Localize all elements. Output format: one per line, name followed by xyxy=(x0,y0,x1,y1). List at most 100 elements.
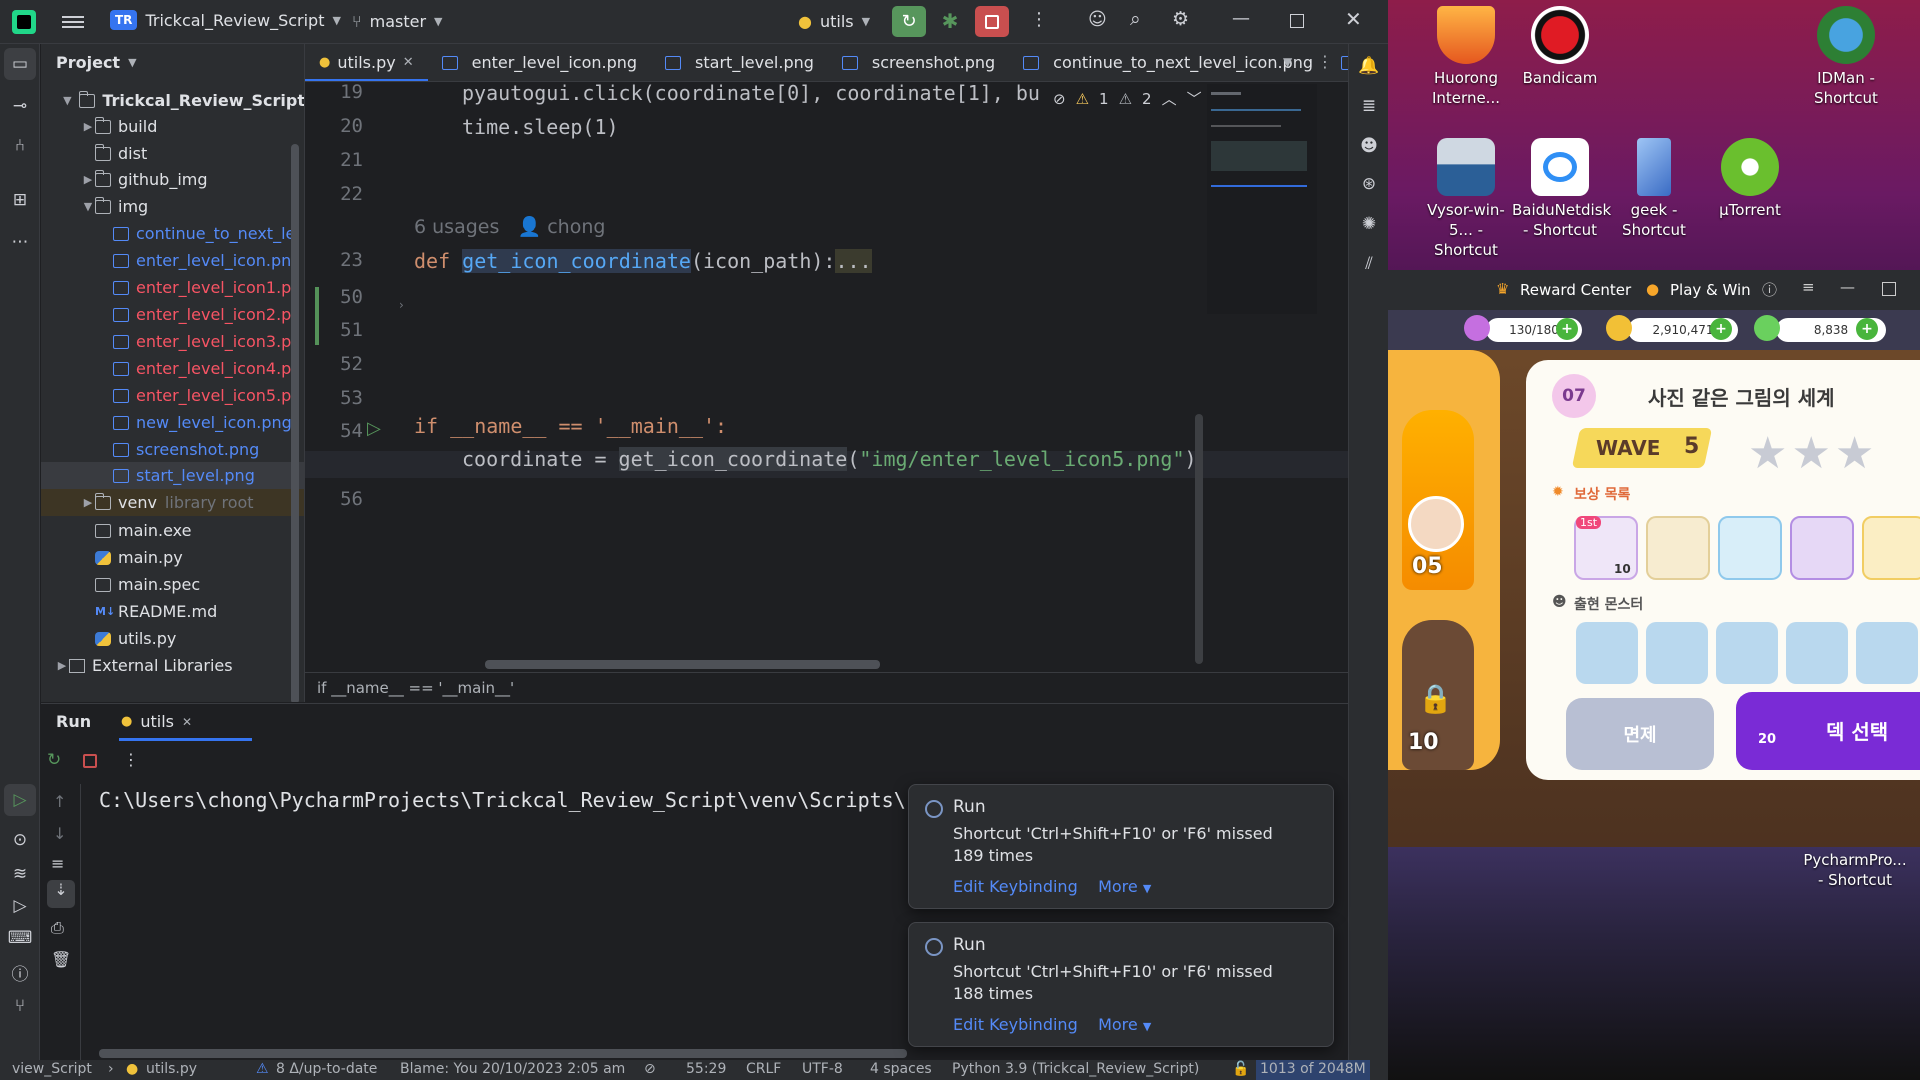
scroll-to-end-icon[interactable]: ⇣ xyxy=(47,880,75,908)
desktop-icon-baidunetdisk[interactable]: BaiduNetdisk - Shortcut xyxy=(1512,138,1611,240)
tab-more-icon[interactable]: ⋮ xyxy=(1317,52,1333,71)
close-icon[interactable]: ✕ xyxy=(1345,7,1362,31)
tree-item-github-img[interactable]: ▶ github_img xyxy=(41,166,304,193)
vcs-status[interactable]: 8 Δ/up-to-date xyxy=(276,1061,377,1077)
python-console-icon[interactable]: ⊙ xyxy=(4,824,36,856)
monster-slot-4[interactable] xyxy=(1786,622,1848,684)
help-icon[interactable]: ⓘ xyxy=(1762,279,1777,300)
add-stamina-button[interactable]: + xyxy=(1556,318,1578,340)
inspection-widget[interactable]: ⊘ ⚠ 1 ⚠ 2 ︿ ﹀ xyxy=(1047,88,1208,109)
minimap[interactable] xyxy=(1207,84,1317,314)
tree-item-new-level-icon-png[interactable]: new_level_icon.png xyxy=(41,409,304,436)
code-vision-hints[interactable]: 6 usages 👤 chong xyxy=(414,215,605,238)
tree-item-external-libraries[interactable]: ▶ External Libraries xyxy=(41,652,304,679)
desktop-icon-idman[interactable]: IDMan - Shortcut xyxy=(1798,6,1894,108)
sweep-button[interactable]: 면제 xyxy=(1566,698,1714,770)
memory-indicator[interactable]: 1013 of 2048M xyxy=(1256,1060,1370,1080)
desktop-icon-geek[interactable]: geek - Shortcut xyxy=(1606,138,1702,240)
desktop-icon-utorrent[interactable]: µTorrent xyxy=(1702,138,1798,220)
desktop-icon-bandicam[interactable]: Bandicam xyxy=(1512,6,1608,88)
tree-item-enter-level-icon3-p[interactable]: enter_level_icon3.p xyxy=(41,328,304,355)
console-output[interactable]: C:\Users\chong\PycharmProjects\Trickcal_… xyxy=(99,788,906,812)
notification-toast[interactable]: Run Shortcut 'Ctrl+Shift+F10' or 'F6' mi… xyxy=(908,922,1334,1047)
prev-problem-icon[interactable]: ︿ xyxy=(1162,88,1177,109)
close-tab-icon[interactable]: ✕ xyxy=(182,715,192,729)
code-line-19[interactable]: pyautogui.click(coordinate[0], coordinat… xyxy=(462,81,1040,105)
tree-item-img[interactable]: ▼ img xyxy=(41,193,304,220)
reward-center-link[interactable]: Reward Center xyxy=(1520,281,1631,299)
coverage-icon[interactable]: ⊛ xyxy=(1353,168,1385,200)
project-scrollbar[interactable] xyxy=(291,144,299,702)
fold-arrow-icon[interactable]: › xyxy=(399,298,404,312)
status-path-file[interactable]: utils.py xyxy=(146,1061,197,1077)
settings-gear-icon[interactable]: ⚙ xyxy=(1172,8,1189,30)
main-menu-icon[interactable] xyxy=(62,11,84,33)
more-link[interactable]: More xyxy=(1098,1015,1138,1034)
reward-item-5[interactable] xyxy=(1862,516,1920,580)
edit-keybinding-link[interactable]: Edit Keybinding xyxy=(953,877,1078,896)
notifications-icon[interactable]: 🔔 xyxy=(1353,50,1385,82)
soft-wrap-icon[interactable]: ≡ xyxy=(51,854,64,873)
monster-slot-5[interactable] xyxy=(1856,622,1918,684)
reward-item-4[interactable] xyxy=(1790,516,1854,580)
tree-item-start-level-png[interactable]: start_level.png xyxy=(41,462,304,489)
scroll-down-icon[interactable]: ↓ xyxy=(53,824,66,843)
tab-utils-py[interactable]: ● utils.py ✕ xyxy=(305,44,428,81)
add-gem-button[interactable]: + xyxy=(1856,318,1878,340)
tree-item-main-spec[interactable]: main.spec xyxy=(41,571,304,598)
print-icon[interactable]: ⎙ xyxy=(51,918,64,938)
structure-tool-icon[interactable]: ⊞ xyxy=(4,184,36,216)
monster-slot-1[interactable] xyxy=(1576,622,1638,684)
python-interpreter[interactable]: Python 3.9 (Trickcal_Review_Script) xyxy=(952,1061,1199,1077)
chevron-right-icon[interactable]: ▶ xyxy=(81,496,95,509)
menu-icon[interactable]: ≡ xyxy=(1802,278,1815,296)
tab-continue-to-next-level[interactable]: continue_to_next_level_icon.png xyxy=(1009,44,1327,81)
more-actions-icon[interactable]: ⋮ xyxy=(1030,9,1048,30)
tree-item-screenshot-png[interactable]: screenshot.png xyxy=(41,436,304,463)
usages-hint[interactable]: 6 usages xyxy=(414,216,499,238)
next-problem-icon[interactable]: ﹀ xyxy=(1187,88,1202,109)
desktop-icon-pycharm[interactable]: PycharmPro... - Shortcut xyxy=(1800,850,1910,890)
console-horizontal-scrollbar[interactable] xyxy=(99,1049,907,1058)
stop-icon[interactable] xyxy=(83,754,97,768)
run-more-icon[interactable]: ⋮ xyxy=(123,750,139,769)
tree-item-enter-level-icon2-p[interactable]: enter_level_icon2.p xyxy=(41,301,304,328)
tree-item-main-exe[interactable]: main.exe xyxy=(41,517,304,544)
sciview-icon[interactable]: ⫽ xyxy=(1353,248,1385,280)
edit-keybinding-link[interactable]: Edit Keybinding xyxy=(953,1015,1078,1034)
code-line-54[interactable]: if __name__ == '__main__': xyxy=(414,414,727,438)
tree-root[interactable]: ▼ Trickcal_Review_Script xyxy=(41,87,304,114)
ai-assistant-icon[interactable]: ✺ xyxy=(1353,208,1385,240)
breadcrumb[interactable]: if __name__ == '__main__' xyxy=(305,672,1348,702)
branch-selector[interactable]: ⑂ master ▼ xyxy=(352,12,443,31)
line-separator[interactable]: CRLF xyxy=(746,1061,781,1077)
terminal-icon[interactable]: ⌨ xyxy=(4,922,36,954)
tab-start-level[interactable]: start_level.png xyxy=(651,44,828,81)
tab-utils-run[interactable]: ● utils ✕ xyxy=(121,712,192,731)
more-tools-icon[interactable]: ⋯ xyxy=(4,226,36,258)
desktop-icon-huorong[interactable]: Huorong Interne... xyxy=(1418,6,1514,108)
reward-item-3[interactable] xyxy=(1718,516,1782,580)
status-path-project[interactable]: view_Script xyxy=(12,1061,92,1077)
code-line-20[interactable]: time.sleep(1) xyxy=(462,115,619,139)
indent-setting[interactable]: 4 spaces xyxy=(870,1061,932,1077)
scroll-up-icon[interactable]: ↑ xyxy=(53,792,66,811)
maximize-icon[interactable] xyxy=(1882,282,1896,296)
problems-icon[interactable]: ⓘ xyxy=(4,956,36,988)
run-config-selector[interactable]: ● utils ▼ xyxy=(798,12,870,31)
tree-item-enter-level-icon5-p[interactable]: enter_level_icon5.p xyxy=(41,382,304,409)
tab-enter-level-icon[interactable]: enter_level_icon.png xyxy=(428,44,651,81)
code-line-23[interactable]: def get_icon_coordinate(icon_path):... xyxy=(414,249,872,273)
lock-icon[interactable]: 🔓 xyxy=(1232,1061,1249,1077)
hide-eye-icon[interactable]: ⊘ xyxy=(1053,90,1066,108)
close-tab-icon[interactable]: ✕ xyxy=(403,55,414,70)
run-tool-icon[interactable]: ▷ xyxy=(4,784,36,816)
tree-item-dist[interactable]: dist xyxy=(41,140,304,167)
editor-horizontal-scrollbar[interactable] xyxy=(485,660,880,669)
add-gold-button[interactable]: + xyxy=(1710,318,1732,340)
git-tool-icon[interactable]: ⑂ xyxy=(4,990,36,1022)
tree-item-enter-level-icon4-p[interactable]: enter_level_icon4.p xyxy=(41,355,304,382)
deck-select-button[interactable]: 20 덱 선택 xyxy=(1736,692,1920,770)
tab-screenshot[interactable]: screenshot.png xyxy=(828,44,1009,81)
chevron-right-icon[interactable]: ▶ xyxy=(81,120,95,133)
